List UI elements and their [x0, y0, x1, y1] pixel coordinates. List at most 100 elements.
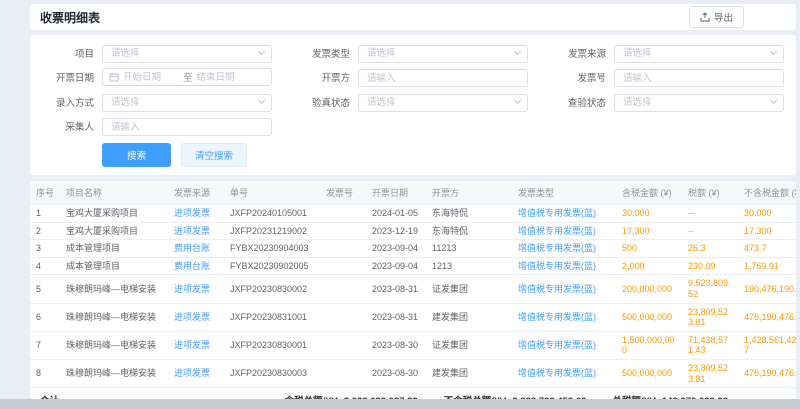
table-row: 7 珠穆朗玛峰—电梯安装 进项发票 JXFP20230830001 2023-0… [30, 331, 796, 359]
cell-issuer: 1213 [426, 257, 512, 275]
check-status-select[interactable] [614, 92, 784, 112]
collector-input-wrap[interactable] [102, 117, 272, 137]
filter-entry-method-label: 录入方式 [42, 95, 94, 109]
invoice-type-select[interactable] [358, 43, 528, 63]
cell-tax: -- [682, 222, 738, 240]
cell-source: 进项发票 [168, 331, 224, 359]
cell-order-no: FYBX20230904003 [224, 240, 320, 258]
invoice-no-input-wrap[interactable] [614, 68, 784, 88]
app-container: 收票明细表 导出 项目 发票类型 [30, 4, 796, 409]
cell-amount: 500,000,000 [616, 360, 682, 388]
filter-panel: 项目 发票类型 发票来源 [30, 35, 796, 175]
filter-invoice-no-label: 发票号 [554, 70, 606, 84]
export-icon [700, 12, 710, 22]
cell-order-no: JXFP20230830003 [224, 360, 320, 388]
clear-search-button[interactable]: 清空搜索 [181, 143, 247, 167]
entry-method-select-input[interactable] [102, 94, 272, 112]
filter-check-status: 查验状态 [554, 92, 784, 112]
cell-issuer: 证发集团 [426, 275, 512, 303]
cell-order-no: JXFP20230830001 [224, 331, 320, 359]
cell-net: 30,000 [738, 205, 796, 223]
invoice-type-select-input[interactable] [358, 45, 528, 63]
cell-date: 2024-01-05 [366, 205, 426, 223]
cell-net: 17,300 [738, 222, 796, 240]
cell-order-no: JXFP20240105001 [224, 205, 320, 223]
cell-project: 珠穆朗玛峰—电梯安装 [60, 331, 168, 359]
project-select[interactable] [102, 43, 272, 63]
cell-type: 增值税专用发票(蓝) [512, 303, 616, 331]
table-row: 4 成本管理项目 费用台账 FYBX20230902005 2023-09-04… [30, 257, 796, 275]
cell-net: 1,769.91 [738, 257, 796, 275]
issuer-input-wrap[interactable] [358, 68, 528, 88]
filter-invoice-no: 发票号 [554, 68, 784, 88]
column-header-no: 序号 [30, 181, 60, 205]
cell-issuer: 东海特侃 [426, 205, 512, 223]
cell-amount: 30,000 [616, 205, 682, 223]
cell-date: 2023-12-19 [366, 222, 426, 240]
check-status-select-input[interactable] [614, 94, 784, 112]
verify-status-select[interactable] [358, 92, 528, 112]
date-range-separator: 至 [183, 70, 193, 84]
column-header-tax: 税额 (¥) [682, 181, 738, 205]
entry-method-select[interactable] [102, 92, 272, 112]
cell-project: 宝鸡大厦采购项目 [60, 222, 168, 240]
cell-tax: 23,809,523.81 [682, 303, 738, 331]
column-header-source: 发票来源 [168, 181, 224, 205]
cell-net: 473.7 [738, 240, 796, 258]
cell-order-no: JXFP20231219002 [224, 222, 320, 240]
cell-project: 珠穆朗玛峰—电梯安装 [60, 303, 168, 331]
column-header-invoice-no: 发票号 [320, 181, 366, 205]
project-select-input[interactable] [102, 45, 272, 63]
cell-source: 进项发票 [168, 222, 224, 240]
cell-source: 进项发票 [168, 205, 224, 223]
table-row: 5 珠穆朗玛峰—电梯安装 进项发票 JXFP20230830002 2023-0… [30, 275, 796, 303]
cell-type: 增值税专用发票(蓝) [512, 205, 616, 223]
cell-issuer: 证发集团 [426, 331, 512, 359]
invoice-date-range-picker[interactable]: 至 [102, 68, 272, 86]
filter-project-label: 项目 [42, 46, 94, 60]
cell-amount: 500,000,000 [616, 303, 682, 331]
cell-type: 增值税专用发票(蓝) [512, 240, 616, 258]
column-header-date: 开票日期 [366, 181, 426, 205]
filter-issuer-label: 开票方 [298, 70, 350, 84]
table-header-row: 序号 项目名称 发票来源 单号 发票号 开票日期 开票方 发票类型 含税金额 (… [30, 181, 796, 205]
column-header-amount: 含税金额 (¥) [616, 181, 682, 205]
cell-order-no: JXFP20230831001 [224, 303, 320, 331]
table-scroll-area[interactable]: 序号 项目名称 发票来源 单号 发票号 开票日期 开票方 发票类型 含税金额 (… [30, 181, 796, 388]
cell-source: 进项发票 [168, 360, 224, 388]
issuer-input[interactable] [358, 69, 528, 87]
export-button[interactable]: 导出 [689, 6, 744, 28]
collector-input[interactable] [102, 118, 272, 136]
invoice-no-input[interactable] [614, 69, 784, 87]
invoice-source-select-input[interactable] [614, 45, 784, 63]
cell-no: 4 [30, 257, 60, 275]
start-date-input[interactable] [123, 72, 179, 83]
verify-status-select-input[interactable] [358, 94, 528, 112]
filter-collector-label: 采集人 [42, 119, 94, 133]
column-header-order-no: 单号 [224, 181, 320, 205]
filter-invoice-source-label: 发票来源 [554, 46, 606, 60]
filter-collector: 采集人 [42, 117, 272, 137]
column-header-net: 不含税金额 (¥) [738, 181, 796, 205]
cell-invoice-no [320, 331, 366, 359]
cell-source: 进项发票 [168, 275, 224, 303]
table-row: 2 宝鸡大厦采购项目 进项发票 JXFP20231219002 2023-12-… [30, 222, 796, 240]
cell-type: 增值税专用发票(蓝) [512, 257, 616, 275]
cell-no: 3 [30, 240, 60, 258]
invoice-source-select[interactable] [614, 43, 784, 63]
filter-verify-status-label: 验真状态 [298, 95, 350, 109]
filter-actions: 搜索 清空搜索 [42, 143, 784, 167]
window-bottom-edge [0, 399, 800, 409]
end-date-input[interactable] [197, 72, 253, 83]
cell-source: 费用台账 [168, 257, 224, 275]
cell-invoice-no [320, 303, 366, 331]
cell-invoice-no [320, 360, 366, 388]
search-button[interactable]: 搜索 [102, 143, 171, 167]
cell-invoice-no [320, 205, 366, 223]
cell-net: 1,428,561,428.57 [738, 331, 796, 359]
cell-project: 成本管理项目 [60, 257, 168, 275]
filter-project: 项目 [42, 43, 272, 63]
cell-no: 6 [30, 303, 60, 331]
cell-source: 费用台账 [168, 240, 224, 258]
calendar-icon [109, 72, 119, 82]
